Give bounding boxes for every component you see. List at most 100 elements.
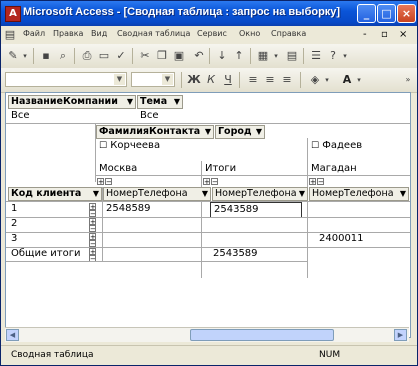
- underline-button[interactable]: Ч: [220, 72, 236, 88]
- doc-restore-button[interactable]: ▫: [381, 29, 388, 40]
- collapse-icon[interactable]: −: [89, 225, 96, 233]
- expand-icon[interactable]: +: [89, 218, 96, 226]
- data-cell[interactable]: [308, 202, 410, 216]
- collapse-box-icon[interactable]: ☐: [311, 141, 319, 151]
- undo-icon[interactable]: ↶: [191, 48, 207, 64]
- font-size-combo[interactable]: ▼: [131, 72, 175, 87]
- column-item-moscow[interactable]: Москва: [96, 162, 199, 176]
- copy-icon[interactable]: ❐: [154, 48, 170, 64]
- search-icon[interactable]: ⌕: [55, 48, 71, 64]
- font-name-combo[interactable]: ▼: [5, 72, 127, 87]
- data-field-header[interactable]: НомерТелефона ▼: [212, 187, 308, 201]
- filter-field-company[interactable]: НазваниеКомпании ▼: [8, 95, 136, 109]
- italic-button[interactable]: К: [203, 72, 219, 88]
- chevron-down-icon[interactable]: ▼: [205, 126, 211, 138]
- toolbar-options-icon[interactable]: »: [403, 72, 413, 88]
- data-cell[interactable]: [202, 232, 305, 246]
- collapse-icon[interactable]: −: [317, 178, 324, 186]
- menu-tools[interactable]: Сервис: [197, 29, 227, 38]
- menu-help[interactable]: Справка: [271, 29, 306, 38]
- properties-icon[interactable]: ☰: [308, 48, 324, 64]
- column-field-contact[interactable]: ФамилияКонтакта ▼: [96, 125, 214, 139]
- chevron-down-icon[interactable]: ▼: [202, 188, 208, 200]
- chevron-down-icon[interactable]: ▼: [299, 188, 305, 200]
- chevron-down-icon[interactable]: ▼: [256, 126, 262, 138]
- document-icon[interactable]: ▤: [4, 27, 16, 43]
- title-bar[interactable]: A Microsoft Access - [Сводная таблица : …: [1, 1, 417, 26]
- chevron-down-icon[interactable]: ▼: [400, 188, 406, 200]
- spell-icon[interactable]: ✓: [113, 48, 129, 64]
- print-icon[interactable]: ⎙: [79, 48, 95, 64]
- collapse-box-icon[interactable]: ☐: [99, 141, 107, 151]
- row-label[interactable]: 3: [8, 232, 91, 246]
- preview-icon[interactable]: ▭: [96, 48, 112, 64]
- collapse-icon[interactable]: −: [89, 210, 96, 218]
- data-cell[interactable]: 2543589: [210, 247, 305, 261]
- doc-minimize-button[interactable]: -: [363, 29, 367, 40]
- paste-icon[interactable]: ▣: [171, 48, 187, 64]
- align-center-icon[interactable]: ≡: [262, 72, 278, 88]
- chevron-down-icon[interactable]: ▼: [127, 96, 133, 108]
- menu-window[interactable]: Окно: [239, 29, 260, 38]
- column-item-fadeev[interactable]: ☐ Фадеев: [308, 139, 410, 153]
- autofilter-icon[interactable]: ▦: [255, 48, 271, 64]
- chevron-down-icon[interactable]: ▼: [162, 74, 173, 85]
- save-icon[interactable]: ▪: [38, 48, 54, 64]
- menu-file[interactable]: Файл: [23, 29, 45, 38]
- data-cell[interactable]: 2548589: [103, 202, 200, 216]
- scroll-right-icon[interactable]: ▶: [394, 329, 407, 341]
- expand-icon[interactable]: +: [97, 178, 104, 186]
- chevron-down-icon[interactable]: ▼: [174, 96, 180, 108]
- fill-color-icon[interactable]: ◈: [307, 72, 323, 88]
- autofilter-dropdown-icon[interactable]: ▾: [272, 48, 280, 64]
- font-color-icon[interactable]: A: [339, 72, 355, 88]
- align-right-icon[interactable]: ≡: [279, 72, 295, 88]
- column-item-korcheeva[interactable]: ☐ Корчеева: [96, 139, 299, 153]
- data-cell[interactable]: [103, 247, 200, 261]
- scroll-left-icon[interactable]: ◀: [6, 329, 19, 341]
- data-field-header[interactable]: НомерТелефона ▼: [103, 187, 211, 201]
- grand-total-label[interactable]: Общие итоги: [8, 247, 91, 261]
- row-label[interactable]: 2: [8, 217, 91, 231]
- collapse-icon[interactable]: −: [105, 178, 112, 186]
- cut-icon[interactable]: ✂: [137, 48, 153, 64]
- expand-icon[interactable]: +: [89, 203, 96, 211]
- chevron-down-icon[interactable]: ▼: [114, 74, 125, 85]
- data-cell[interactable]: [202, 217, 305, 231]
- doc-close-button[interactable]: ×: [399, 29, 407, 40]
- data-field-header[interactable]: НомерТелефона ▼: [309, 187, 409, 201]
- bold-button[interactable]: Ж: [186, 72, 202, 88]
- close-button[interactable]: ×: [397, 4, 416, 23]
- help-icon[interactable]: ?: [325, 48, 341, 64]
- expand-icon[interactable]: +: [89, 233, 96, 241]
- row-field-client-id[interactable]: Код клиента ▼: [8, 187, 102, 201]
- data-cell[interactable]: 2400011: [316, 232, 410, 246]
- sort-desc-icon[interactable]: ↑: [231, 48, 247, 64]
- column-field-city[interactable]: Город ▼: [215, 125, 265, 139]
- collapse-icon[interactable]: −: [89, 240, 96, 248]
- fieldlist-icon[interactable]: ▤: [284, 48, 300, 64]
- collapse-icon[interactable]: −: [211, 178, 218, 186]
- view-icon[interactable]: ✎: [5, 48, 21, 64]
- scroll-thumb[interactable]: [190, 329, 334, 341]
- expand-icon[interactable]: +: [89, 248, 96, 256]
- toolbar-options-icon[interactable]: ▾: [341, 48, 349, 64]
- menu-view[interactable]: Вид: [91, 29, 107, 38]
- fill-color-dropdown-icon[interactable]: ▾: [323, 72, 331, 88]
- expand-icon[interactable]: +: [309, 178, 316, 186]
- access-app-icon[interactable]: A: [5, 6, 21, 22]
- data-cell-selected[interactable]: 2543589: [210, 202, 302, 218]
- menu-pivot[interactable]: Сводная таблица: [117, 29, 190, 38]
- expand-icon[interactable]: +: [203, 178, 210, 186]
- column-item-totals[interactable]: Итоги: [202, 162, 295, 176]
- data-cell[interactable]: [103, 217, 200, 231]
- data-cell[interactable]: [103, 232, 200, 246]
- minimize-button[interactable]: _: [357, 4, 376, 23]
- chevron-down-icon[interactable]: ▼: [93, 188, 99, 200]
- filter-field-topic[interactable]: Тема ▼: [137, 95, 183, 109]
- data-cell[interactable]: [308, 217, 410, 231]
- view-dropdown-icon[interactable]: ▾: [21, 48, 29, 64]
- align-left-icon[interactable]: ≡: [245, 72, 261, 88]
- font-color-dropdown-icon[interactable]: ▾: [355, 72, 363, 88]
- data-cell[interactable]: [308, 247, 410, 261]
